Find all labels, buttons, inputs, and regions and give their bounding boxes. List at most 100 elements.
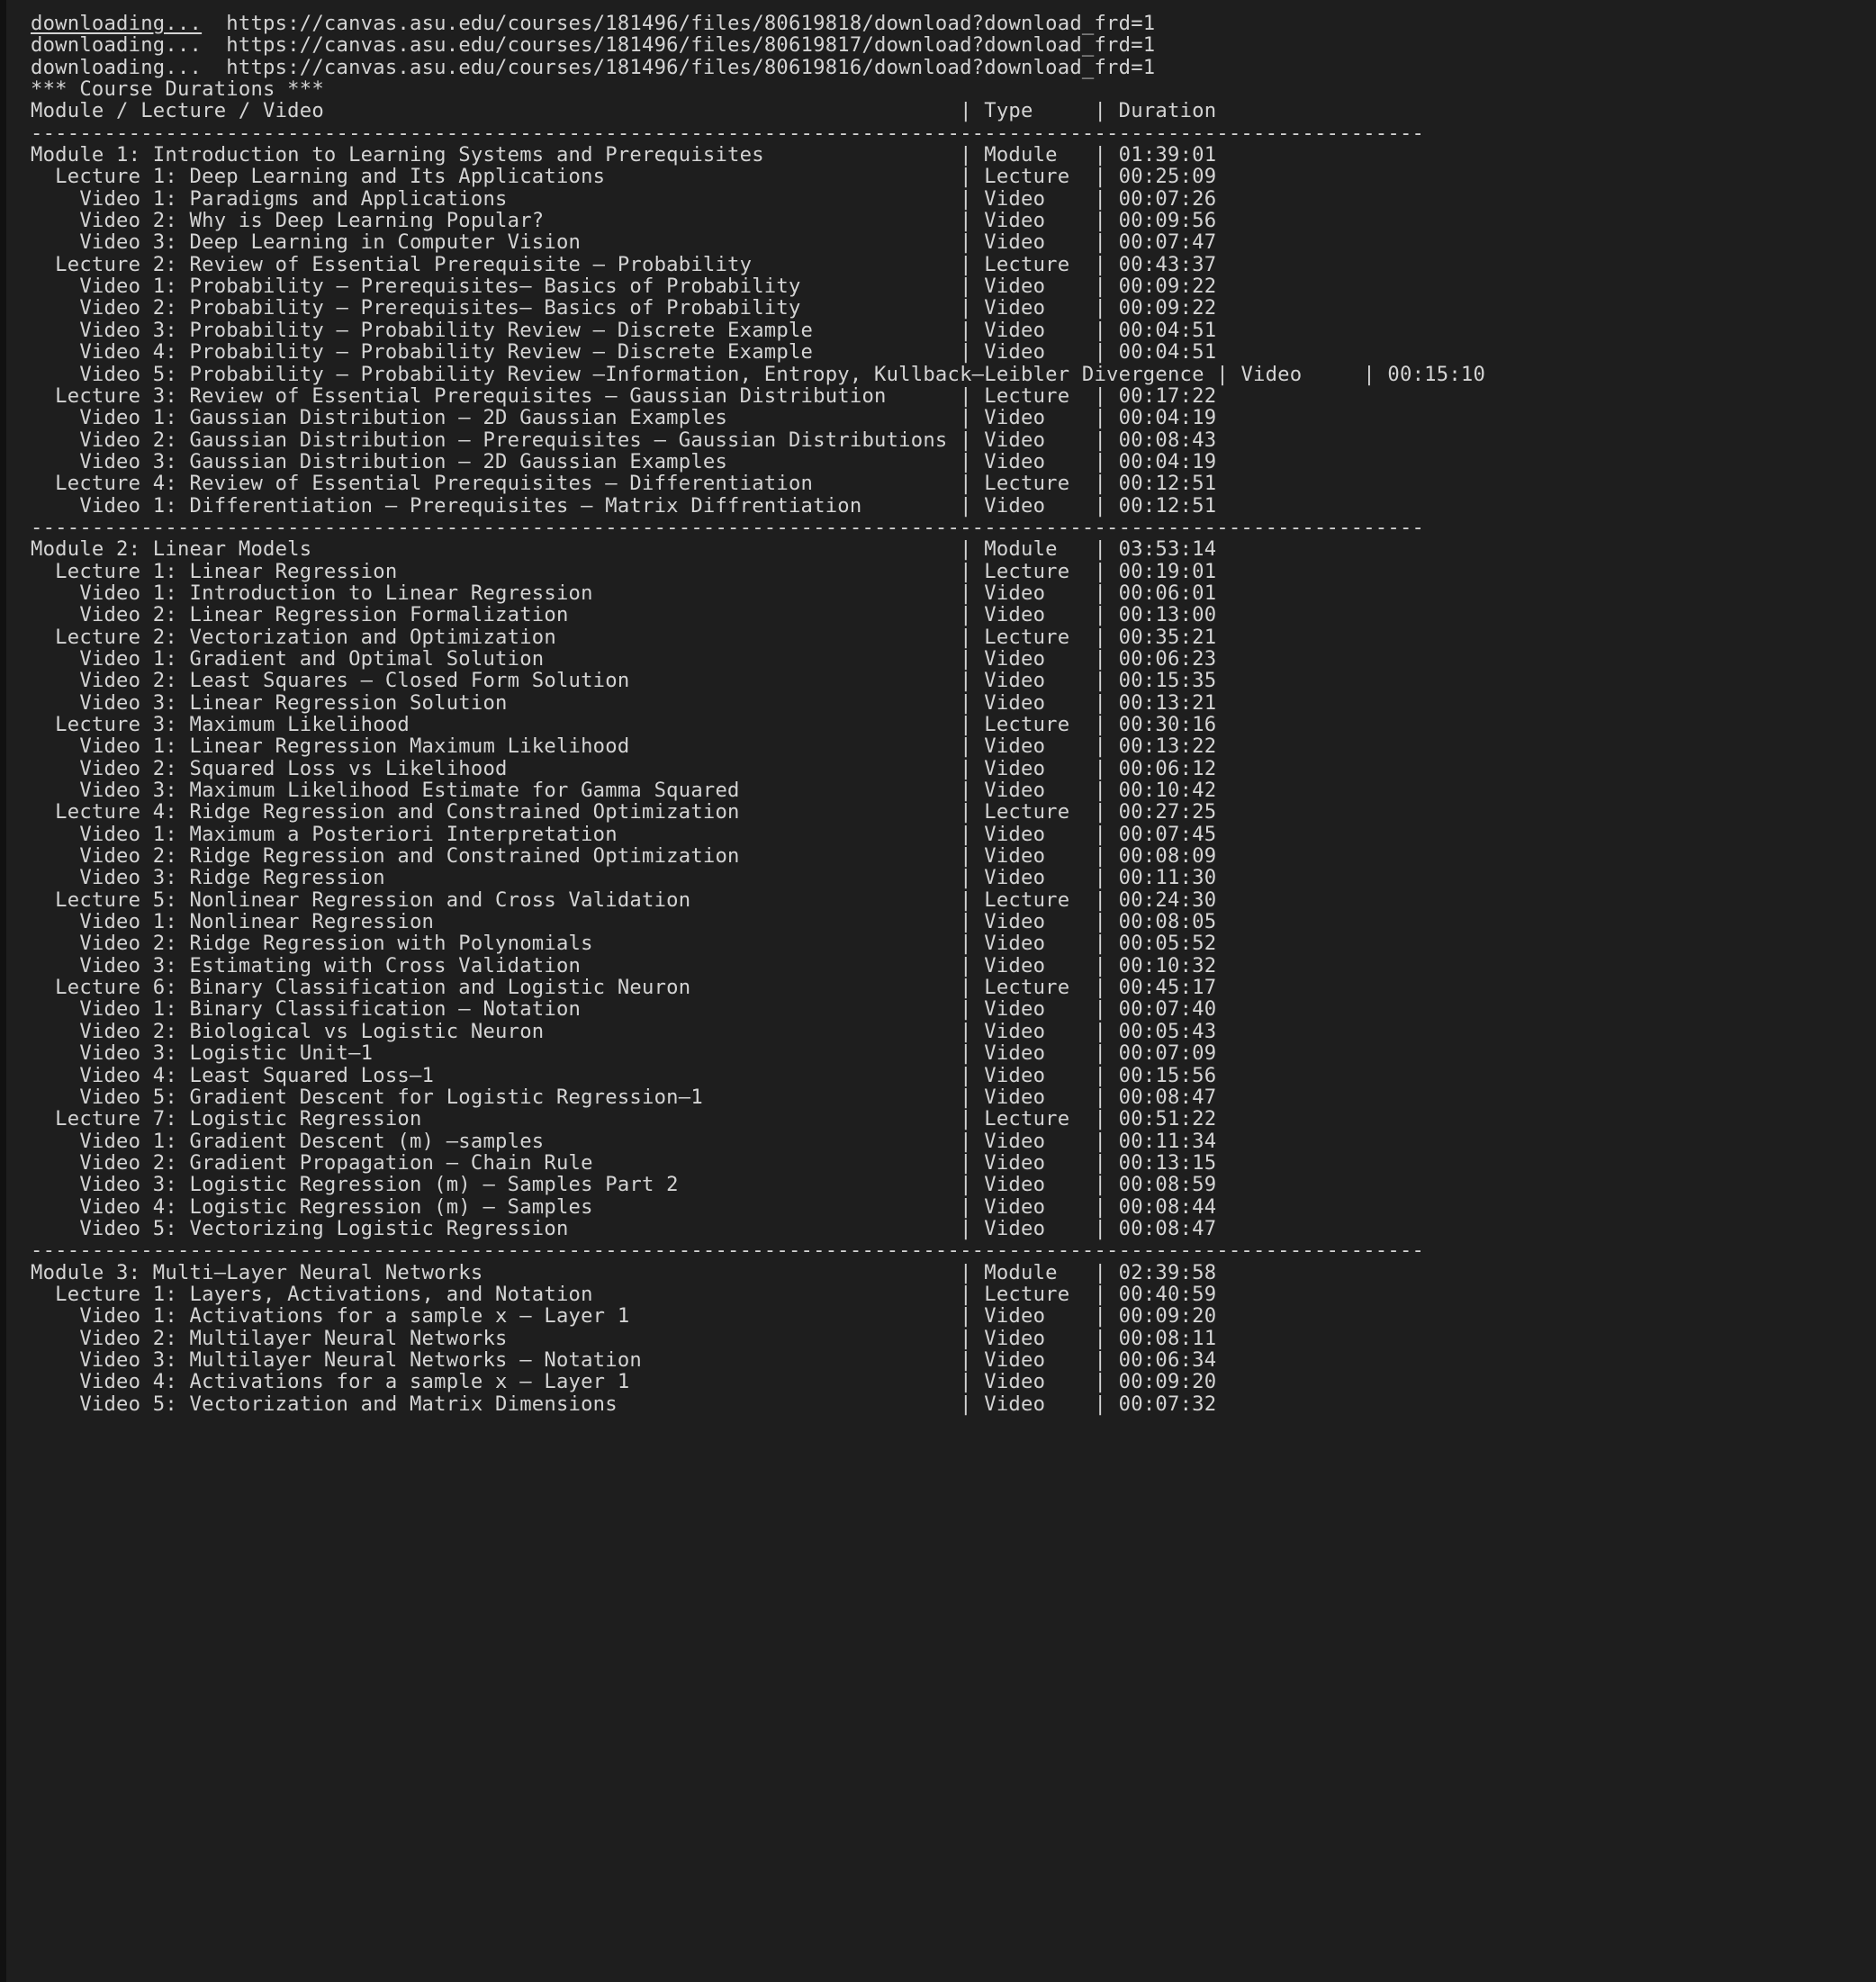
row-name-cell: Video 1: Paradigms and Applications bbox=[31, 186, 961, 211]
row-type-cell: Video bbox=[984, 493, 1095, 518]
row-name-cell: Video 2: Gaussian Distribution – Prerequ… bbox=[31, 428, 961, 452]
row-pipe-1: | bbox=[960, 1063, 985, 1087]
row-type-cell: Video bbox=[984, 756, 1095, 780]
terminal-window: downloading... https://canvas.asu.edu/co… bbox=[0, 0, 1876, 1982]
row-duration-cell: 00:15:56 bbox=[1118, 1063, 1217, 1087]
row-type-cell: Video bbox=[984, 646, 1095, 671]
row-pipe-2: | bbox=[1094, 449, 1119, 473]
row-type-cell: Video bbox=[984, 1216, 1095, 1240]
row-type-cell: Video bbox=[984, 1347, 1095, 1372]
row-name-cell: Lecture 4: Review of Essential Prerequis… bbox=[31, 472, 961, 496]
row-pipe-2: | bbox=[1094, 165, 1119, 189]
table-row: Video 2: Multilayer Neural Networks | Vi… bbox=[6, 1326, 1876, 1350]
row-pipe-2: | bbox=[1094, 581, 1119, 605]
table-row: Video 2: Gradient Propagation – Chain Ru… bbox=[6, 1152, 1876, 1174]
table-row: Video 1: Gaussian Distribution – 2D Gaus… bbox=[6, 407, 1876, 428]
row-duration-cell: 00:08:09 bbox=[1118, 844, 1217, 869]
row-pipe-1: | bbox=[960, 800, 985, 824]
row-pipe-2: | bbox=[1094, 318, 1119, 342]
row-type-cell: Module bbox=[984, 1260, 1095, 1284]
row-pipe-1: | bbox=[960, 1260, 985, 1284]
table-row: Video 3: Probability – Probability Revie… bbox=[6, 320, 1876, 341]
row-pipe-2: | bbox=[1094, 252, 1119, 276]
row-pipe-2: | bbox=[1094, 1019, 1119, 1043]
row-duration-cell: 00:09:20 bbox=[1118, 1370, 1217, 1394]
row-type-cell: Lecture bbox=[984, 252, 1095, 276]
row-pipe-1: | bbox=[960, 318, 985, 342]
row-name-cell: Video 2: Probability – Prerequisites– Ba… bbox=[31, 296, 961, 320]
download-url[interactable]: https://canvas.asu.edu/courses/181496/fi… bbox=[226, 12, 1155, 35]
row-type-cell: Lecture bbox=[984, 625, 1095, 649]
row-type-cell: Video bbox=[984, 230, 1095, 255]
table-row: Video 1: Binary Classification – Notatio… bbox=[6, 998, 1876, 1020]
row-pipe-2: | bbox=[1094, 1347, 1119, 1372]
table-row: Video 3: Maximum Likelihood Estimate for… bbox=[6, 779, 1876, 801]
row-pipe-1: | bbox=[960, 1370, 985, 1394]
table-row: Video 2: Least Squares – Closed Form Sol… bbox=[6, 670, 1876, 691]
row-type-cell: Video bbox=[984, 603, 1095, 627]
row-type-cell: Video bbox=[1240, 362, 1364, 386]
row-pipe-1: | bbox=[960, 165, 985, 189]
row-pipe-1: | bbox=[960, 1347, 985, 1372]
row-pipe-1: | bbox=[960, 1194, 985, 1219]
row-pipe-1: | bbox=[960, 406, 985, 430]
row-name-cell: Video 3: Probability – Probability Revie… bbox=[31, 318, 961, 342]
row-name-cell: Lecture 7: Logistic Regression bbox=[31, 1107, 961, 1131]
row-duration-cell: 00:15:10 bbox=[1387, 362, 1486, 386]
header-pipe-2: | bbox=[1094, 99, 1119, 123]
row-type-cell: Video bbox=[984, 1150, 1095, 1175]
row-type-cell: Video bbox=[984, 1392, 1095, 1416]
table-row: Module 3: Multi–Layer Neural Networks | … bbox=[6, 1260, 1876, 1284]
row-pipe-1: | bbox=[960, 1085, 985, 1109]
row-pipe-1: | bbox=[960, 472, 985, 496]
row-pipe-1: | bbox=[960, 756, 985, 780]
table-row: Video 3: Gaussian Distribution – 2D Gaus… bbox=[6, 451, 1876, 473]
row-name-cell: Video 2: Squared Loss vs Likelihood bbox=[31, 756, 961, 780]
table-row: Video 3: Logistic Regression (m) – Sampl… bbox=[6, 1174, 1876, 1195]
row-duration-cell: 00:40:59 bbox=[1118, 1282, 1217, 1306]
row-pipe-2: | bbox=[1094, 428, 1119, 452]
table-row: Video 1: Gradient and Optimal Solution |… bbox=[6, 648, 1876, 670]
row-duration-cell: 00:08:05 bbox=[1118, 910, 1217, 934]
table-row: Video 2: Biological vs Logistic Neuron |… bbox=[6, 1021, 1876, 1042]
row-type-cell: Video bbox=[984, 844, 1095, 869]
row-name-cell: Video 1: Maximum a Posteriori Interpreta… bbox=[31, 822, 961, 846]
row-pipe-2: | bbox=[1094, 603, 1119, 627]
row-duration-cell: 00:08:59 bbox=[1118, 1173, 1217, 1197]
row-pipe-2: | bbox=[1094, 1129, 1119, 1153]
row-type-cell: Lecture bbox=[984, 472, 1095, 496]
row-pipe-1: | bbox=[1216, 362, 1241, 386]
row-name-cell: Video 2: Multilayer Neural Networks bbox=[31, 1326, 961, 1350]
row-type-cell: Lecture bbox=[984, 800, 1095, 824]
row-pipe-1: | bbox=[960, 1041, 985, 1066]
row-pipe-2: | bbox=[1094, 340, 1119, 365]
row-duration-cell: 00:30:16 bbox=[1118, 713, 1217, 736]
row-name-cell: Lecture 2: Review of Essential Prerequis… bbox=[31, 252, 961, 276]
download-url[interactable]: https://canvas.asu.edu/courses/181496/fi… bbox=[226, 56, 1155, 79]
download-url[interactable]: https://canvas.asu.edu/courses/181496/fi… bbox=[226, 33, 1155, 57]
row-pipe-2: | bbox=[1094, 669, 1119, 693]
row-pipe-1: | bbox=[960, 822, 985, 846]
row-pipe-1: | bbox=[960, 275, 985, 299]
row-name-cell: Lecture 5: Nonlinear Regression and Cros… bbox=[31, 887, 961, 912]
row-name-cell: Lecture 1: Deep Learning and Its Applica… bbox=[31, 165, 961, 189]
row-pipe-1: | bbox=[960, 887, 985, 912]
row-pipe-1: | bbox=[960, 581, 985, 605]
row-duration-cell: 00:19:01 bbox=[1118, 559, 1217, 583]
row-name-cell: Video 4: Least Squared Loss–1 bbox=[31, 1063, 961, 1087]
row-pipe-1: | bbox=[960, 1173, 985, 1197]
row-type-cell: Video bbox=[984, 1085, 1095, 1109]
row-pipe-2: | bbox=[1094, 625, 1119, 649]
row-type-cell: Video bbox=[984, 734, 1095, 759]
row-pipe-2: | bbox=[1094, 230, 1119, 255]
row-duration-cell: 00:15:35 bbox=[1118, 669, 1217, 693]
row-pipe-1: | bbox=[960, 428, 985, 452]
row-type-cell: Video bbox=[984, 1326, 1095, 1350]
row-type-cell: Lecture bbox=[984, 1107, 1095, 1131]
row-pipe-2: | bbox=[1094, 472, 1119, 496]
row-type-cell: Video bbox=[984, 1041, 1095, 1066]
row-duration-cell: 00:04:19 bbox=[1118, 406, 1217, 430]
row-type-cell: Video bbox=[984, 669, 1095, 693]
separator-text: ----------------------------------------… bbox=[31, 121, 1425, 145]
row-duration-cell: 00:05:52 bbox=[1118, 932, 1217, 956]
